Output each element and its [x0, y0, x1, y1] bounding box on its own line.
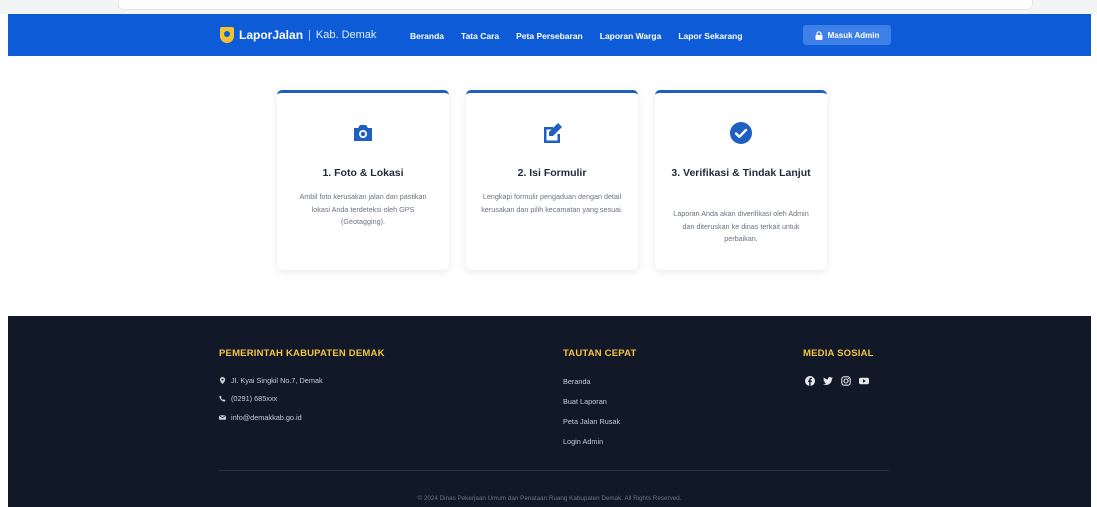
nav-link-tata-cara[interactable]: Tata Cara — [461, 31, 499, 41]
footer-links-heading: TAUTAN CEPAT — [563, 348, 637, 359]
browser-tab-edge — [118, 0, 1033, 10]
facebook-icon[interactable] — [805, 373, 815, 386]
phone-icon — [219, 395, 226, 402]
demak-logo-icon — [220, 27, 234, 43]
site-footer: PEMERINTAH KABUPATEN DEMAK Jl. Kyai Sing… — [8, 316, 1091, 507]
browser-strip — [0, 0, 1097, 14]
admin-login-label: Masuk Admin — [827, 30, 880, 40]
lock-icon — [815, 30, 823, 40]
email-text: info@demakkab.go.id — [231, 413, 302, 422]
step-card-verification: 3. Verifikasi & Tindak Lanjut Laporan An… — [655, 90, 827, 270]
footer-link-beranda[interactable]: Beranda — [563, 377, 591, 386]
camera-icon — [354, 125, 372, 141]
step-title: 1. Foto & Lokasi — [322, 167, 404, 179]
map-marker-icon — [219, 377, 226, 384]
step-description: Lengkapi formulir pengaduan dengan detai… — [481, 192, 623, 214]
nav-links: Beranda Tata Cara Peta Persebaran Lapora… — [410, 31, 743, 41]
brand[interactable]: LaporJalan | Kab. Demak — [220, 27, 376, 43]
envelope-icon — [219, 415, 226, 420]
brand-name: LaporJalan — [239, 28, 304, 42]
brand-separator: | — [308, 29, 311, 41]
brand-region: Kab. Demak — [315, 29, 377, 41]
nav-link-lapor-sekarang[interactable]: Lapor Sekarang — [678, 31, 742, 41]
footer-divider — [219, 470, 889, 471]
nav-link-laporan-warga[interactable]: Laporan Warga — [600, 31, 662, 41]
step-card-photo: 1. Foto & Lokasi Ambil foto kerusakan ja… — [277, 90, 449, 270]
phone-text: (0291) 685xxx — [231, 394, 278, 403]
footer-gov-heading: PEMERINTAH KABUPATEN DEMAK — [219, 348, 385, 359]
check-circle-icon — [730, 122, 752, 144]
footer-phone: (0291) 685xxx — [219, 394, 277, 403]
step-description: Ambil foto kerusakan jalan dan pastikan … — [299, 192, 427, 226]
step-card-form: 2. Isi Formulir Lengkapi formulir pengad… — [466, 90, 638, 270]
footer-link-buat-laporan[interactable]: Buat Laporan — [563, 397, 607, 406]
footer-address: Jl. Kyai Singkil No.7, Demak — [219, 376, 323, 385]
admin-login-button[interactable]: Masuk Admin — [803, 25, 891, 45]
nav-link-beranda[interactable]: Beranda — [410, 31, 444, 41]
footer-link-login-admin[interactable]: Login Admin — [563, 437, 603, 446]
footer-link-peta-jalan-rusak[interactable]: Peta Jalan Rusak — [563, 417, 620, 426]
copyright-text: © 2024 Dinas Pekerjaan Umum dan Penataan… — [417, 495, 682, 502]
social-icons — [805, 373, 869, 386]
step-title: 2. Isi Formulir — [517, 167, 587, 179]
youtube-icon[interactable] — [859, 373, 869, 385]
nav-link-peta-persebaran[interactable]: Peta Persebaran — [516, 31, 583, 41]
edit-icon — [544, 123, 562, 143]
top-navbar: LaporJalan | Kab. Demak Beranda Tata Car… — [8, 14, 1091, 56]
footer-social-heading: MEDIA SOSIAL — [803, 348, 874, 359]
step-description: Laporan Anda akan diverifikasi oleh Admi… — [673, 209, 809, 243]
step-title: 3. Verifikasi & Tindak Lanjut — [671, 167, 811, 179]
address-text: Jl. Kyai Singkil No.7, Demak — [231, 376, 323, 385]
instagram-icon[interactable] — [841, 373, 851, 386]
twitter-icon[interactable] — [823, 373, 833, 385]
footer-email[interactable]: info@demakkab.go.id — [219, 413, 302, 422]
